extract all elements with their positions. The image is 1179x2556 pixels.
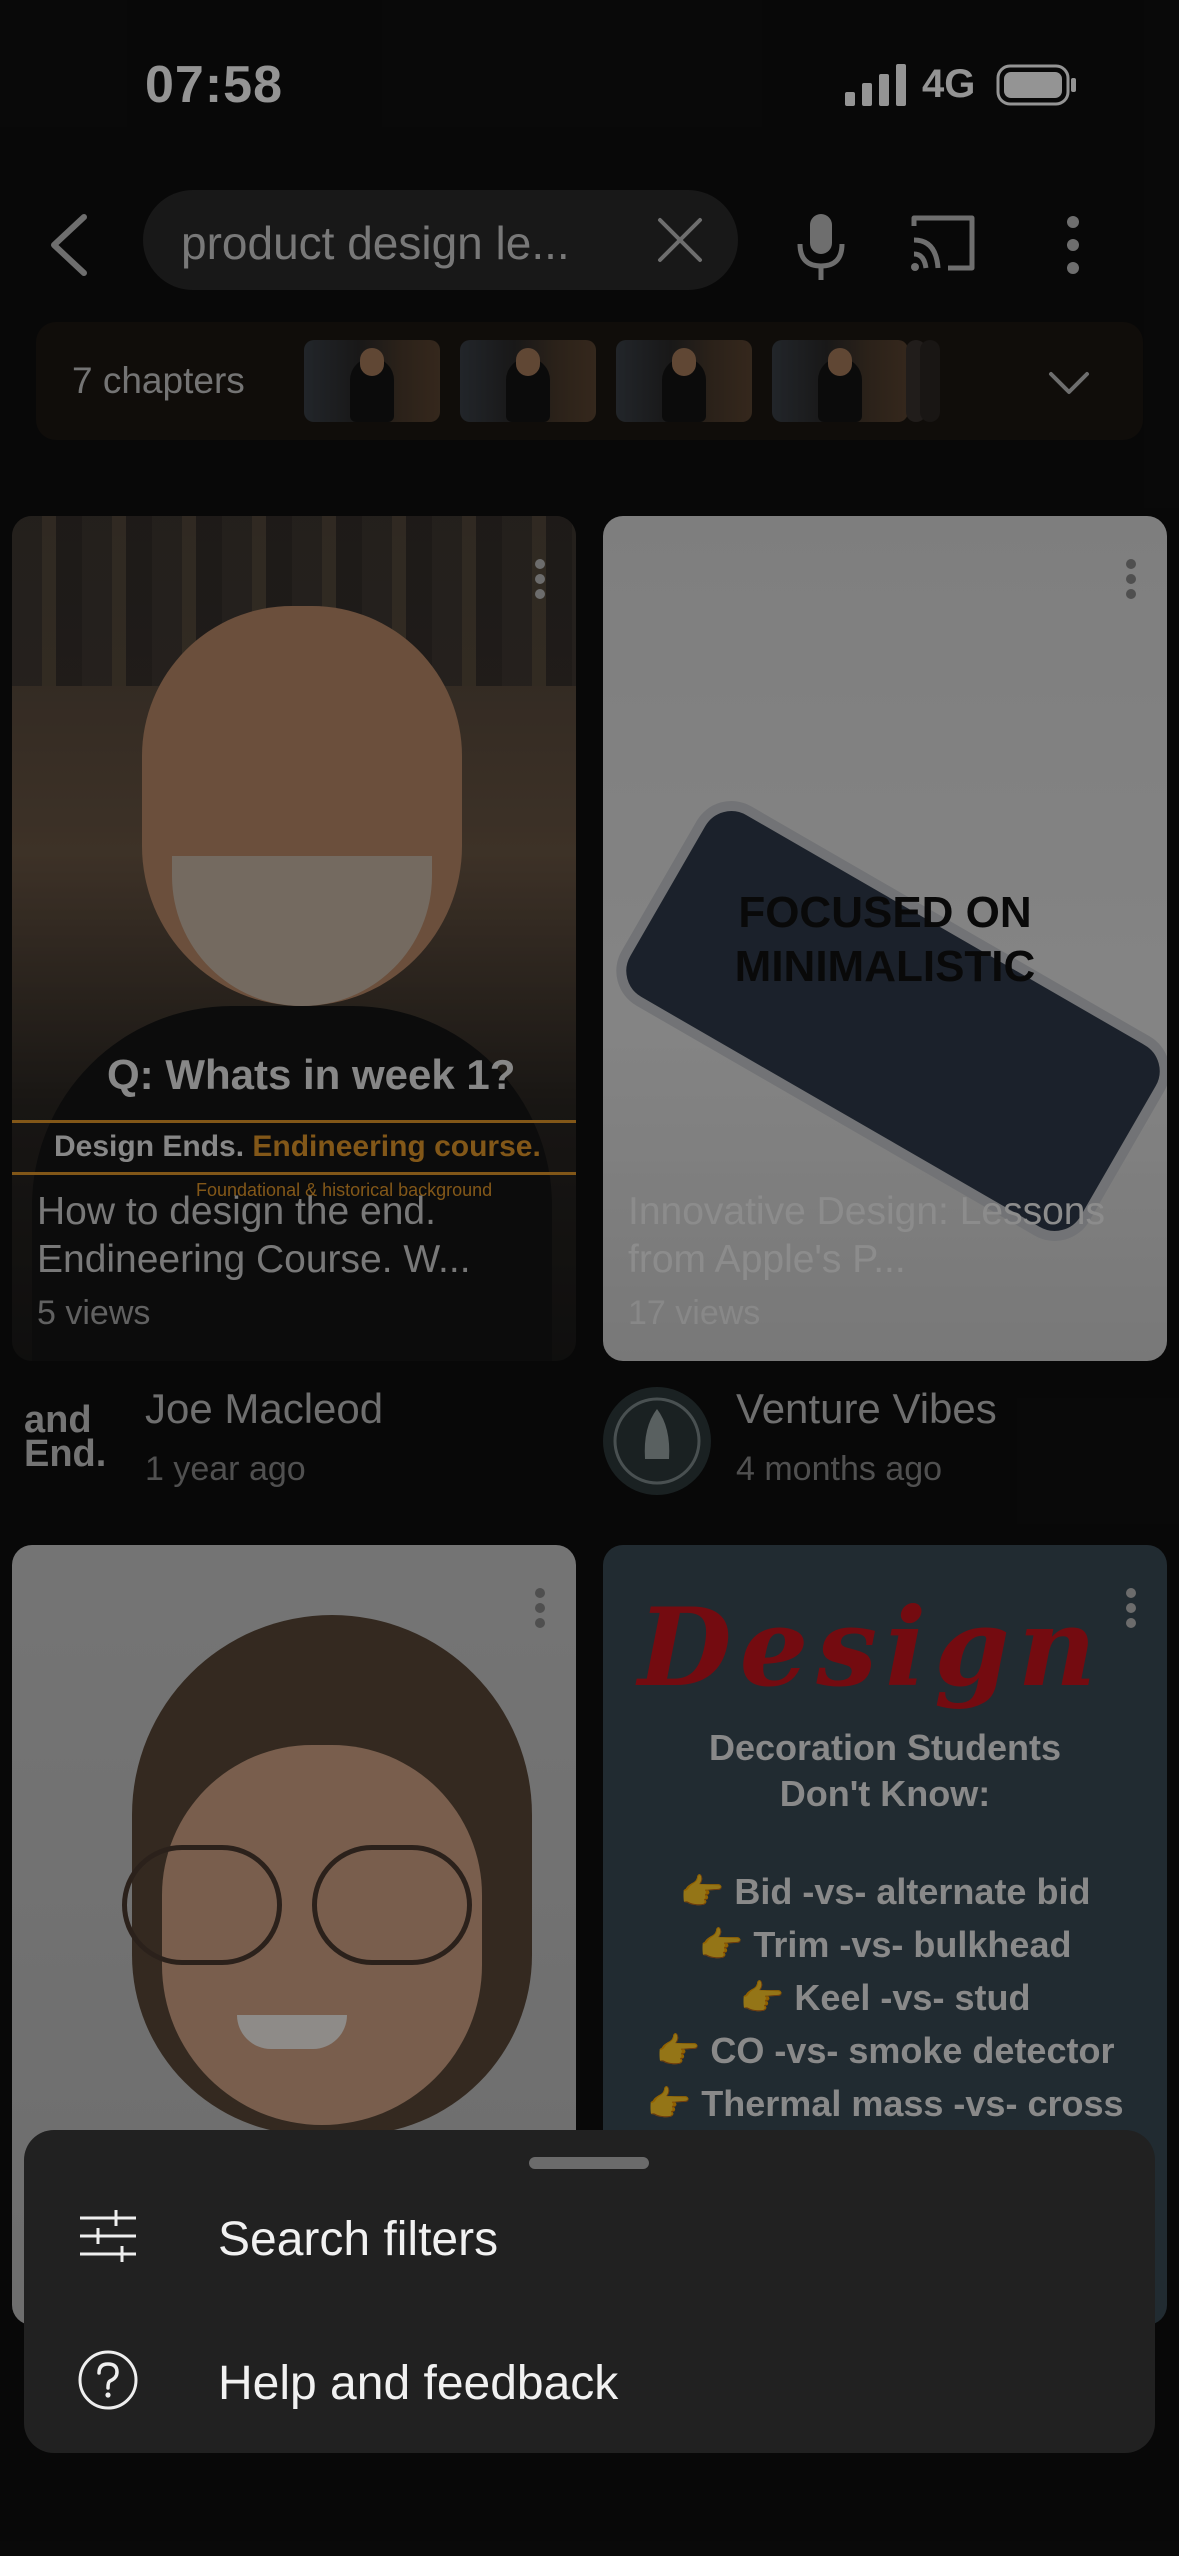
help-icon xyxy=(78,2350,138,2410)
search-filters-item[interactable]: Search filters xyxy=(24,2172,1155,2302)
sliders-icon xyxy=(80,2210,136,2262)
search-filters-label: Search filters xyxy=(218,2213,499,2266)
help-feedback-item[interactable]: Help and feedback xyxy=(24,2316,1155,2446)
help-feedback-label: Help and feedback xyxy=(218,2357,619,2410)
drag-handle[interactable] xyxy=(529,2157,649,2169)
bottom-sheet: Search filters Help and feedback xyxy=(24,2130,1155,2453)
